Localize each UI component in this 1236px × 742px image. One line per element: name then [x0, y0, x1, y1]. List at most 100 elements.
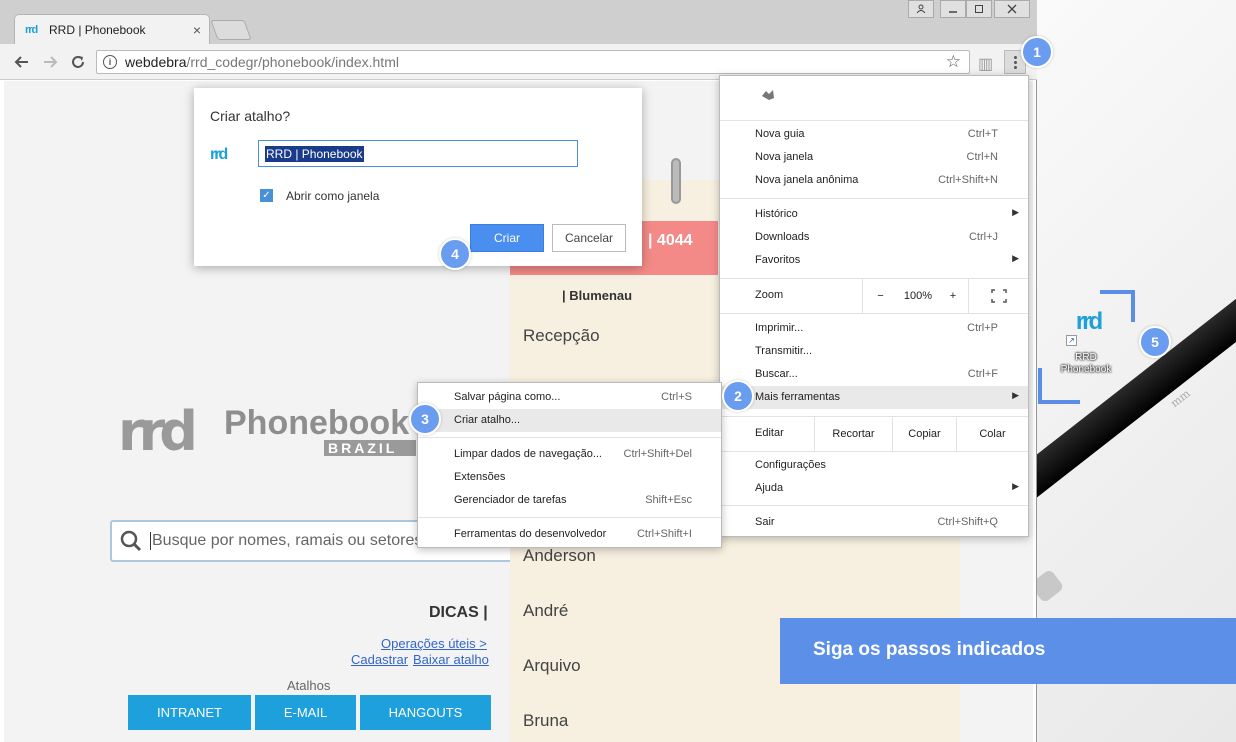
submenu-item-gerenciador-tarefas[interactable]: Gerenciador de tarefas Shift+Esc — [418, 489, 721, 512]
menu-item-transmitir[interactable]: Transmitir... — [720, 340, 1028, 363]
submenu-item-ferramentas-dev[interactable]: Ferramentas do desenvolvedor Ctrl+Shift+I — [418, 523, 721, 546]
menu-item-configuracoes[interactable]: Configurações — [720, 454, 1028, 477]
maximize-icon[interactable] — [966, 0, 992, 18]
menu-shortcut: Ctrl+Shift+Q — [937, 516, 998, 528]
menu-item-nova-janela[interactable]: Nova janela Ctrl+N — [720, 146, 1028, 169]
user-icon[interactable] — [908, 0, 934, 18]
submenu-arrow-icon: ▶ — [1012, 390, 1019, 400]
open-as-window-checkbox[interactable]: ✓ — [260, 189, 273, 202]
list-item[interactable]: Bruna — [523, 711, 568, 731]
edit-label: Editar — [755, 427, 784, 439]
card-extension: | 4044 — [648, 232, 693, 249]
list-item[interactable]: Anderson — [523, 546, 596, 566]
create-button[interactable]: Criar — [470, 224, 544, 252]
menu-shortcut: Shift+Esc — [645, 494, 692, 506]
step-marker-4: 4 — [439, 238, 471, 270]
menu-item-sair[interactable]: Sair Ctrl+Shift+Q — [720, 511, 1028, 534]
menu-item-nova-janela-anonima[interactable]: Nova janela anônima Ctrl+Shift+N — [720, 169, 1028, 192]
star-bookmark-icon[interactable]: ☆ — [946, 52, 961, 72]
list-item[interactable]: Arquivo — [523, 656, 581, 676]
search-icon — [120, 530, 142, 552]
open-as-window-label: Abrir como janela — [286, 189, 380, 203]
browser-tab[interactable]: rrd RRD | Phonebook × — [14, 14, 210, 44]
zoom-in-button[interactable]: + — [938, 279, 968, 313]
dialog-title: Criar atalho? — [210, 108, 291, 124]
menu-item-imprimir[interactable]: Imprimir... Ctrl+P — [720, 317, 1028, 340]
address-bar[interactable]: i webdebra /rrd_codegr/phonebook/index.h… — [96, 50, 970, 74]
submenu-arrow-icon: ▶ — [1012, 207, 1019, 217]
menu-shortcut: Ctrl+J — [968, 231, 998, 243]
logo-name: Phonebook — [224, 404, 410, 442]
menu-item-downloads[interactable]: Downloads Ctrl+J — [720, 226, 1028, 249]
menu-item-mais-ferramentas[interactable]: Mais ferramentas ▶ — [720, 386, 1028, 409]
zoom-value: 100% — [903, 290, 933, 302]
submenu-item-criar-atalho[interactable]: Criar atalho... — [418, 409, 721, 432]
cut-button[interactable]: Recortar — [814, 417, 892, 451]
menu-label: Downloads — [755, 231, 810, 243]
rrd-app-icon: rrd — [210, 146, 228, 163]
list-item[interactable]: Recepção — [523, 326, 600, 346]
list-item[interactable]: André — [523, 601, 568, 621]
menu-shortcut: Ctrl+F — [967, 368, 998, 380]
desktop-shortcut-label: RRD Phonebook — [1052, 352, 1120, 376]
menu-divider — [720, 451, 1028, 452]
dicas-title: DICAS | — [429, 604, 488, 621]
copy-button[interactable]: Copiar — [892, 417, 956, 451]
back-arrow-icon[interactable] — [10, 50, 34, 74]
submenu-item-limpar-dados[interactable]: Limpar dados de navegação... Ctrl+Shift+D… — [418, 443, 721, 466]
info-icon[interactable]: i — [103, 55, 117, 69]
hangouts-button[interactable]: HANGOUTS — [360, 695, 491, 730]
tab-close-icon[interactable]: × — [193, 22, 201, 38]
submenu-item-salvar-pagina[interactable]: Salvar página como... Ctrl+S — [418, 386, 721, 409]
menu-shortcut: Ctrl+P — [967, 322, 998, 334]
step-marker-2: 2 — [722, 380, 754, 412]
card-city: | Blumenau — [562, 288, 633, 303]
atalhos-label: Atalhos — [287, 678, 331, 693]
email-button[interactable]: E-MAIL — [255, 695, 356, 730]
forward-arrow-icon[interactable] — [38, 50, 62, 74]
desktop-shortcut-icon[interactable]: rrd — [1064, 308, 1112, 336]
rrd-logo-mark: rrd — [118, 400, 198, 463]
menu-label: Favoritos — [755, 254, 801, 266]
menu-label: Extensões — [454, 471, 506, 483]
step-marker-3: 3 — [409, 403, 441, 435]
link-operacoes[interactable]: Operações úteis > — [381, 636, 487, 651]
cancel-button[interactable]: Cancelar — [552, 224, 626, 252]
menu-label: Sair — [755, 516, 775, 528]
zoom-label: Zoom — [755, 289, 784, 301]
menu-shortcut: Ctrl+S — [661, 391, 692, 403]
minimize-icon[interactable] — [940, 0, 966, 18]
desktop-shortcut-label-line2: Phonebook — [1060, 364, 1112, 375]
menu-shortcut: Ctrl+N — [966, 151, 998, 163]
shortcut-arrow-icon: ↗ — [1066, 335, 1077, 346]
extension-puzzle-icon[interactable] — [760, 88, 776, 102]
zoom-out-button[interactable]: − — [862, 279, 898, 313]
menu-item-favoritos[interactable]: Favoritos ▶ — [720, 249, 1028, 272]
window-close-icon[interactable] — [994, 0, 1030, 18]
extension-icon[interactable]: ▥ — [978, 54, 993, 74]
menu-item-historico[interactable]: Histórico ▶ — [720, 203, 1028, 226]
link-cadastrar[interactable]: Cadastrar — [351, 652, 408, 667]
paste-button[interactable]: Colar — [956, 417, 1028, 451]
shortcut-name-input[interactable]: RRD | Phonebook — [258, 140, 578, 167]
new-tab-button[interactable] — [210, 20, 252, 40]
menu-item-buscar[interactable]: Buscar... Ctrl+F — [720, 363, 1028, 386]
search-placeholder: Busque por nomes, ramais ou setores — [150, 532, 423, 550]
tab-title: RRD | Phonebook — [49, 22, 146, 37]
menu-label: Mais ferramentas — [755, 391, 840, 403]
menu-divider — [720, 505, 1028, 506]
menu-item-ajuda[interactable]: Ajuda ▶ — [720, 477, 1028, 500]
link-baixar-atalho[interactable]: Baixar atalho — [413, 652, 489, 667]
intranet-button[interactable]: INTRANET — [128, 695, 251, 730]
desktop-shortcut-label-line1: RRD — [1075, 352, 1097, 363]
menu-item-nova-guia[interactable]: Nova guia Ctrl+T — [720, 123, 1028, 146]
menu-label: Nova janela anônima — [755, 174, 859, 186]
menu-shortcut: Ctrl+Shift+Del — [623, 448, 692, 460]
menu-label: Nova guia — [755, 128, 805, 140]
pin-icon — [671, 158, 681, 204]
fullscreen-icon[interactable] — [968, 279, 1028, 313]
menu-label: Transmitir... — [755, 345, 813, 357]
shortcut-name-value: RRD | Phonebook — [265, 145, 364, 162]
submenu-item-extensoes[interactable]: Extensões — [418, 466, 721, 489]
reload-icon[interactable] — [66, 50, 90, 74]
